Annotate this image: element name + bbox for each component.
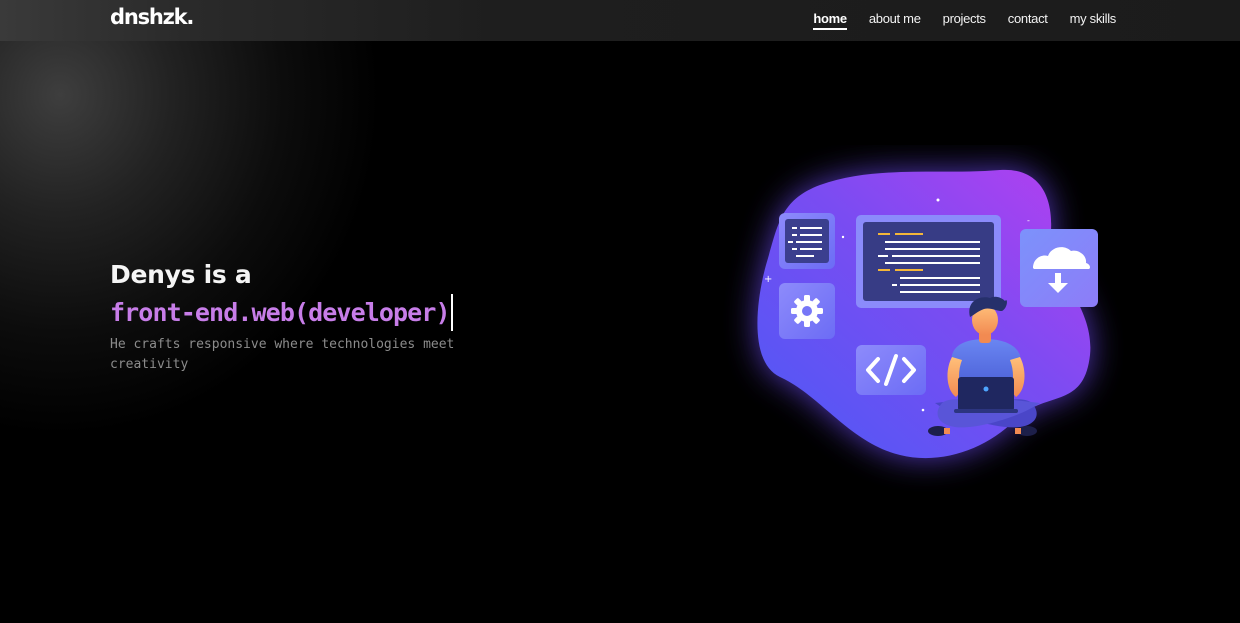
nav-link-projects[interactable]: projects xyxy=(943,11,986,26)
page: dnshzk. home about me projects contact m… xyxy=(0,0,1240,623)
document-list-icon xyxy=(779,213,835,269)
nav-link-about-me[interactable]: about me xyxy=(869,11,921,26)
logo[interactable]: dnshzk. xyxy=(110,5,194,29)
nav-link-home[interactable]: home xyxy=(813,11,848,30)
developer-illustration: + - xyxy=(757,169,1098,459)
sparkle xyxy=(841,235,845,239)
navbar: dnshzk. home about me projects contact m… xyxy=(0,0,1240,41)
typing-cursor xyxy=(450,293,453,331)
cloud-download-icon xyxy=(1020,229,1098,307)
laptop xyxy=(958,377,1014,411)
laptop-logo xyxy=(983,386,989,392)
hero-role-typewriter: front-end.web(developer) xyxy=(110,297,451,327)
code-brackets-icon xyxy=(856,345,926,395)
sparkle xyxy=(936,198,940,202)
nav-link-contact[interactable]: contact xyxy=(1008,11,1048,26)
hero-description: He crafts responsive where technologies … xyxy=(110,337,455,372)
code-editor-icon xyxy=(856,215,1001,308)
sparkle-plus: + xyxy=(764,274,772,285)
nav-link-my-skills[interactable]: my skills xyxy=(1070,11,1117,26)
nav-menu: home about me projects contact my skills xyxy=(813,11,1117,30)
hero-section: Denys is a front-end.web(developer) He c… xyxy=(110,258,530,375)
sparkle-dash: - xyxy=(1027,216,1030,225)
hero-intro: Denys is a xyxy=(110,260,252,289)
sparkle xyxy=(921,408,925,412)
hero-role-row: front-end.web(developer) xyxy=(110,292,530,332)
gear-icon xyxy=(779,283,835,339)
